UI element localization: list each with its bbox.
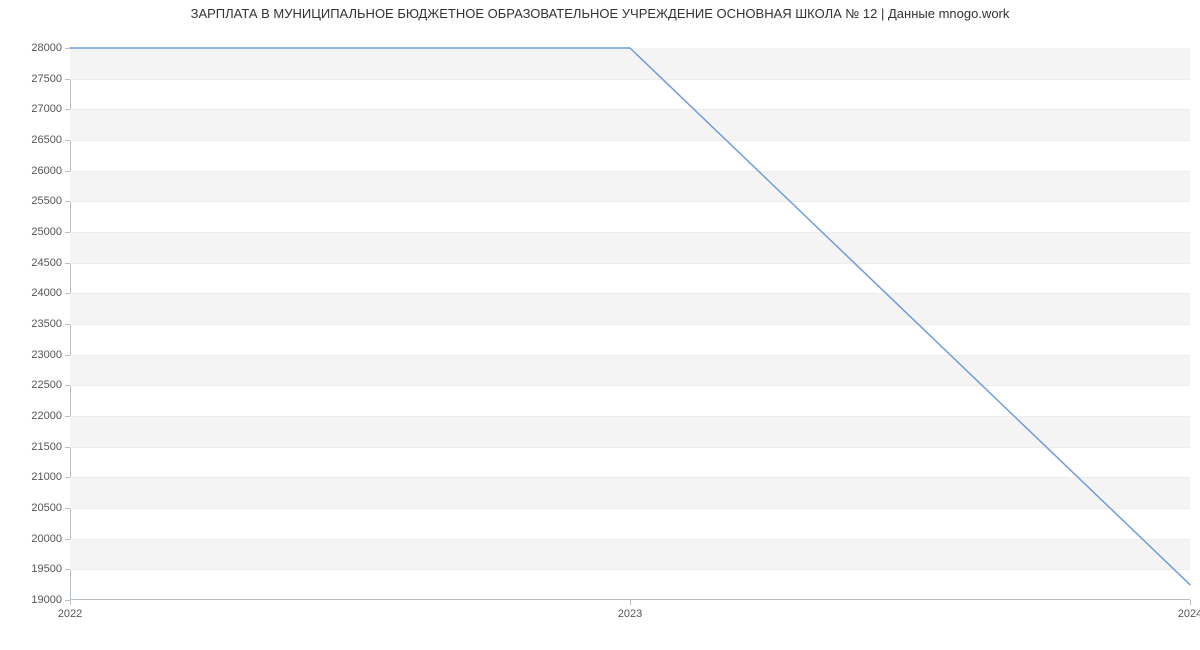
y-tick-label: 26500	[31, 134, 70, 146]
y-tick-label: 27500	[31, 73, 70, 85]
y-tick-label: 24500	[31, 257, 70, 269]
y-tick-label: 20000	[31, 533, 70, 545]
y-tick-label: 20500	[31, 502, 70, 514]
y-tick-label: 27000	[31, 103, 70, 115]
y-tick-label: 25500	[31, 195, 70, 207]
y-tick-label: 24000	[31, 287, 70, 299]
chart-container: ЗАРПЛАТА В МУНИЦИПАЛЬНОЕ БЮДЖЕТНОЕ ОБРАЗ…	[0, 0, 1200, 650]
chart-title: ЗАРПЛАТА В МУНИЦИПАЛЬНОЕ БЮДЖЕТНОЕ ОБРАЗ…	[0, 6, 1200, 21]
y-tick-label: 22000	[31, 410, 70, 422]
y-tick-label: 21000	[31, 471, 70, 483]
line-layer	[70, 48, 1190, 600]
y-tick-label: 23500	[31, 318, 70, 330]
plot-area: 1900019500200002050021000215002200022500…	[70, 48, 1190, 600]
x-tick-label: 2022	[58, 600, 82, 620]
y-tick-label: 22500	[31, 379, 70, 391]
y-tick-label: 19500	[31, 563, 70, 575]
y-tick-label: 21500	[31, 441, 70, 453]
y-tick-label: 23000	[31, 349, 70, 361]
y-tick-label: 26000	[31, 165, 70, 177]
x-tick-label: 2023	[618, 600, 642, 620]
y-tick-label: 28000	[31, 42, 70, 54]
y-tick-label: 25000	[31, 226, 70, 238]
series-line	[70, 48, 1190, 585]
x-tick-label: 2024	[1178, 600, 1200, 620]
